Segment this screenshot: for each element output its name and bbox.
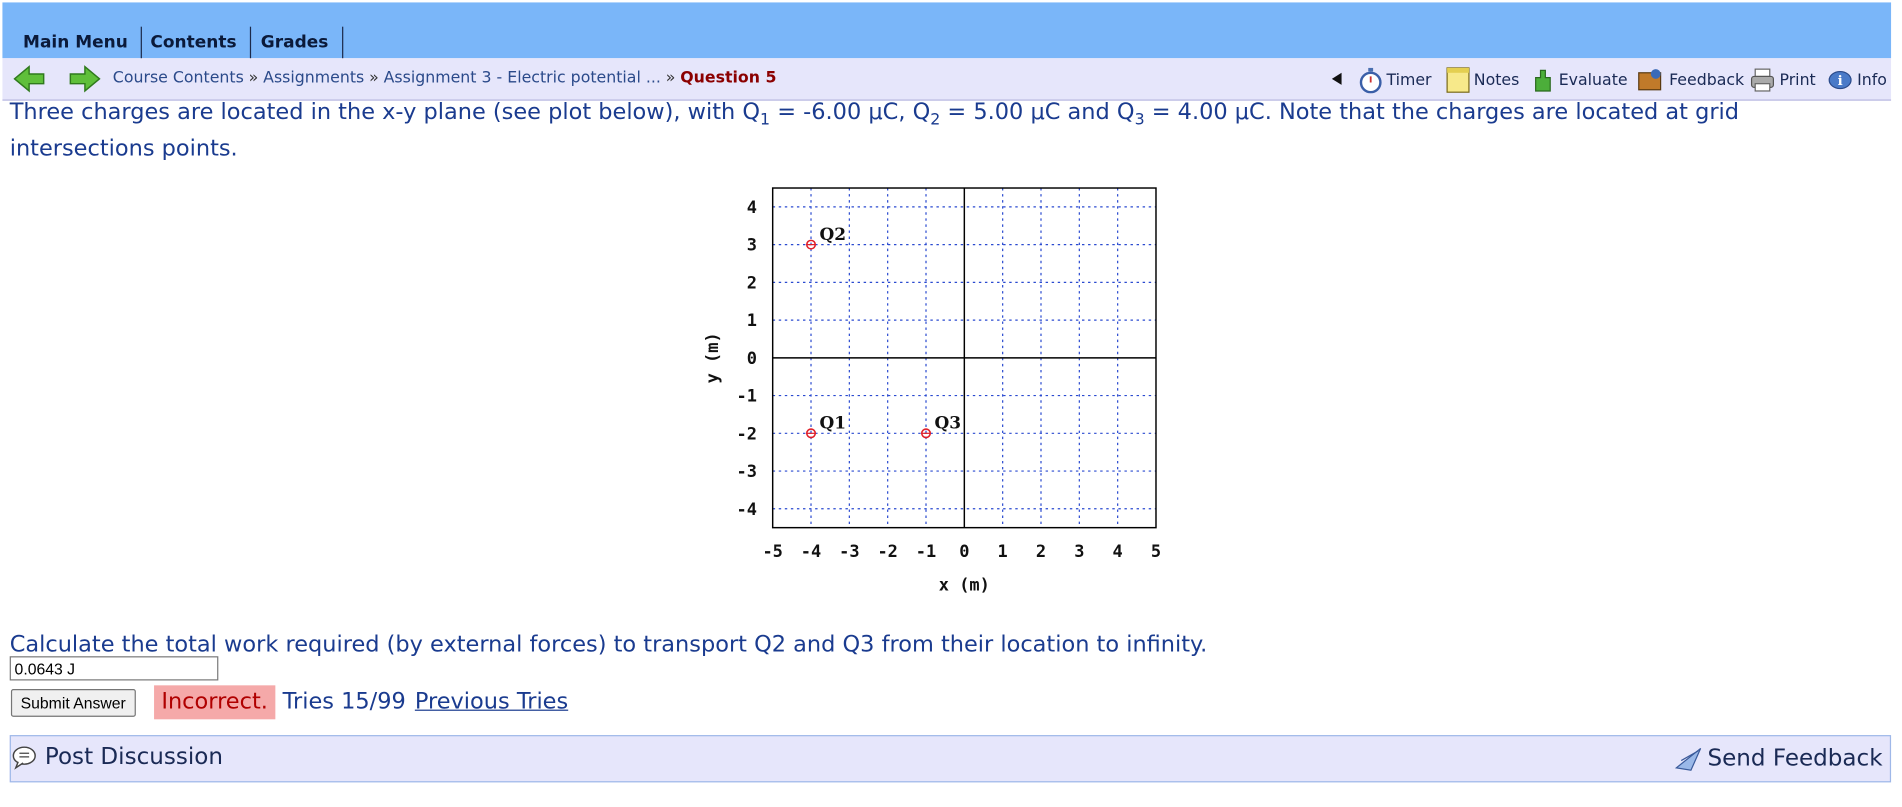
breadcrumb-current: Question 5 [680, 69, 777, 88]
x-tick-label: 3 [1074, 542, 1084, 562]
x-tick-label: 2 [1036, 542, 1046, 562]
y-tick-label: 2 [747, 273, 757, 293]
post-discussion-button[interactable]: Post Discussion [11, 743, 224, 771]
back-arrow-icon[interactable] [12, 64, 46, 93]
breadcrumb: Course Contents» Assignments» Assignment 3… [113, 69, 777, 87]
subscript-1: 1 [760, 111, 771, 130]
x-tick-label: 1 [998, 542, 1008, 562]
breadcrumb-separator: » [369, 69, 379, 88]
y-tick-label: 3 [747, 236, 757, 256]
y-tick-label: -1 [736, 387, 756, 407]
menu-grades[interactable]: Grades [247, 26, 343, 60]
evaluate-icon [1535, 69, 1551, 92]
collapse-toolbar-icon[interactable] [1331, 72, 1343, 87]
previous-tries-link[interactable]: Previous Tries [415, 689, 568, 714]
subscript-2: 2 [930, 111, 941, 130]
breadcrumb-separator: » [248, 69, 259, 88]
menu-contents[interactable]: Contents [137, 26, 252, 60]
breadcrumb-assignments[interactable]: Assignments [263, 69, 364, 87]
breadcrumb-separator: » [665, 69, 676, 88]
subscript-3: 3 [1134, 111, 1145, 130]
y-tick-label: -4 [736, 500, 756, 520]
y-tick-label: -2 [736, 424, 756, 444]
send-feedback-icon [1674, 747, 1701, 771]
notes-icon [1446, 67, 1470, 93]
y-tick-label: 1 [747, 311, 757, 331]
x-tick-label: 0 [959, 542, 969, 562]
discussion-bar: Post Discussion Send Feedback [9, 735, 1892, 783]
info-icon: i [1828, 70, 1852, 90]
x-tick-label: 5 [1151, 542, 1161, 562]
x-axis-label: x (m) [939, 576, 990, 596]
charge-label: Q2 [820, 225, 847, 245]
question-q1-value: = -6.00 μC, Q [770, 99, 931, 125]
post-discussion-label: Post Discussion [44, 743, 224, 771]
timer-label: Timer [1386, 70, 1432, 90]
send-feedback-button[interactable]: Send Feedback [1673, 744, 1883, 773]
navigation-bar: Course Contents» Assignments» Assignment 3… [2, 58, 1892, 101]
print-button[interactable]: Print [1749, 66, 1816, 95]
printer-icon [1750, 68, 1775, 92]
x-tick-label: -3 [839, 542, 859, 562]
menu-main-menu[interactable]: Main Menu [10, 26, 143, 60]
info-button[interactable]: i Info [1827, 66, 1887, 95]
svg-text:i: i [1838, 73, 1843, 89]
evaluate-label: Evaluate [1558, 70, 1628, 90]
page: Main Menu Contents Grades Course Content… [0, 0, 1902, 786]
question-text: Three charges are located in the x-y pla… [10, 98, 1878, 162]
charge-label: Q1 [820, 413, 847, 433]
y-tick-label: 4 [747, 198, 757, 218]
info-label: Info [1857, 70, 1887, 90]
x-tick-label: -1 [916, 542, 936, 562]
notes-button[interactable]: Notes [1446, 66, 1519, 95]
speech-bubble-icon [12, 746, 36, 770]
x-tick-label: -4 [801, 542, 821, 562]
print-label: Print [1779, 70, 1816, 90]
x-tick-label: 4 [1113, 542, 1123, 562]
x-tick-label: -5 [762, 542, 782, 562]
x-tick-label: -2 [877, 542, 897, 562]
answer-field[interactable] [9, 656, 219, 681]
evaluate-button[interactable]: Evaluate [1531, 66, 1628, 95]
status-badge: Incorrect. [154, 685, 276, 720]
question-intro: Three charges are located in the x-y pla… [9, 99, 761, 125]
stopwatch-icon [1359, 67, 1382, 94]
y-tick-label: -3 [736, 462, 756, 482]
timer-button[interactable]: Timer [1359, 66, 1432, 95]
charge-label: Q3 [934, 413, 961, 433]
y-axis-label: y (m) [703, 332, 723, 383]
y-tick-label: 0 [747, 349, 757, 369]
forward-arrow-icon[interactable] [68, 64, 102, 93]
feedback-icon [1638, 69, 1662, 91]
question-q2-value: = 5.00 μC and Q [940, 99, 1135, 125]
submit-answer-button[interactable]: Submit Answer [10, 688, 136, 717]
charge-position-plot: -5 -4 -3 -2 -1 0 1 2 3 4 5 -4 -3 -2 -1 0 1 2 3 4 x (m) y (m) Q… [703, 187, 1161, 596]
breadcrumb-assignment[interactable]: Assignment 3 - Electric potential ... [384, 69, 661, 87]
tries-count: Tries 15/99 [282, 688, 406, 715]
notes-label: Notes [1473, 70, 1520, 90]
breadcrumb-course-contents[interactable]: Course Contents [113, 69, 244, 87]
question-prompt: Calculate the total work required (by ex… [9, 631, 1208, 658]
top-menu-bar: Main Menu Contents Grades [2, 2, 1892, 60]
feedback-label: Feedback [1669, 70, 1745, 90]
send-feedback-label: Send Feedback [1707, 744, 1883, 772]
feedback-button[interactable]: Feedback [1636, 66, 1744, 95]
